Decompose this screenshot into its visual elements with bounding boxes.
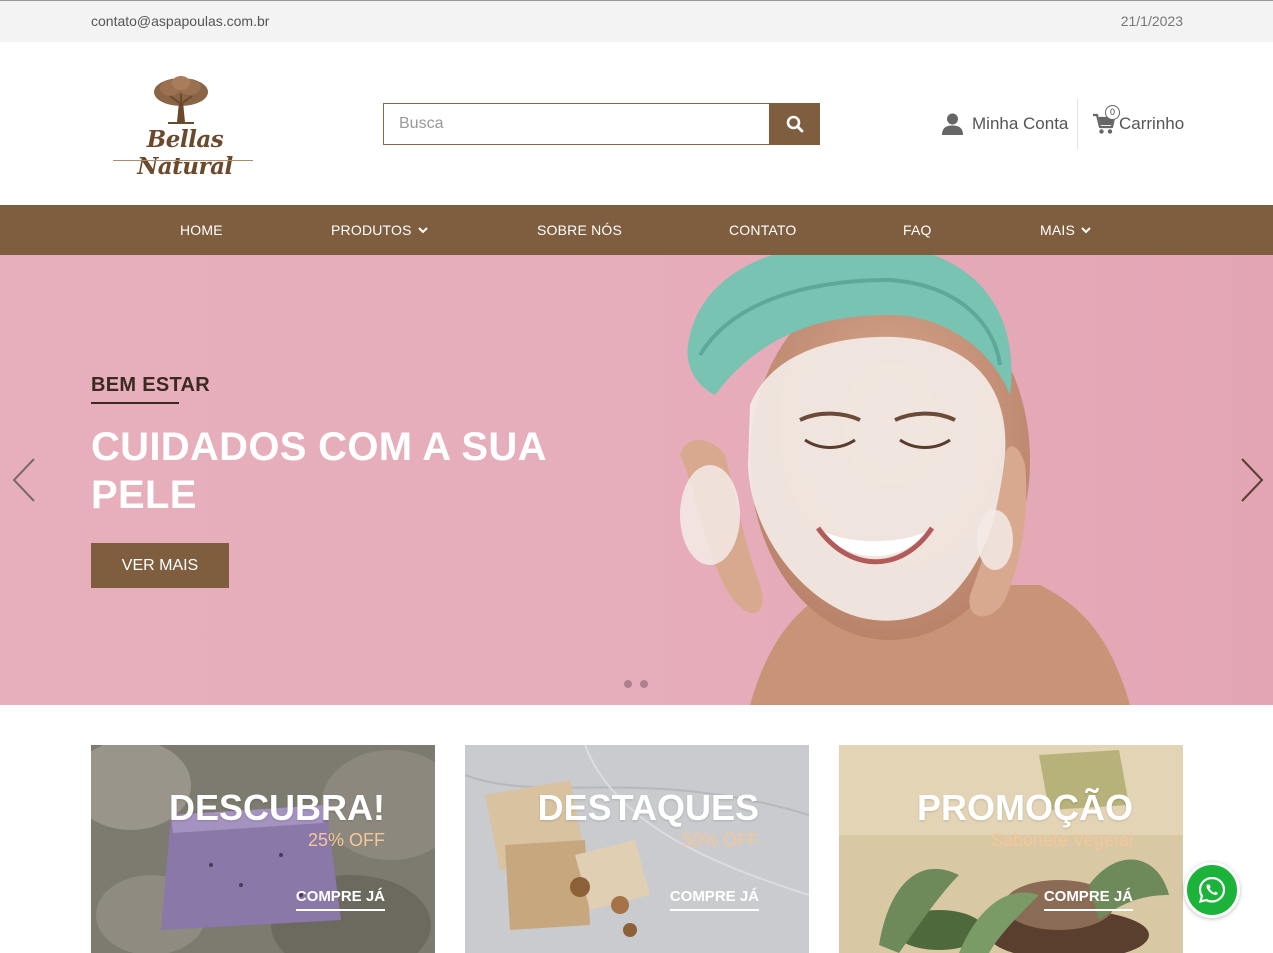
contact-email[interactable]: contato@aspapoulas.com.br: [91, 13, 269, 29]
nav-item-contato[interactable]: CONTATO: [729, 205, 797, 255]
promo-card-destaques[interactable]: DESTAQUES 50% OFF COMPRE JÁ: [465, 745, 809, 953]
slider-next-button[interactable]: [1236, 455, 1266, 505]
promo-title: PROMOÇÃO: [917, 787, 1133, 828]
whatsapp-icon: [1198, 876, 1226, 904]
site-logo[interactable]: Bellas Natural: [105, 74, 265, 180]
promo-card-promocao[interactable]: PROMOÇÃO Sabonete Vegetal COMPRE JÁ: [839, 745, 1183, 953]
promo-card-descubra[interactable]: DESCUBRA! 25% OFF COMPRE JÁ: [91, 745, 435, 953]
search-input[interactable]: [383, 103, 770, 145]
hero-kicker: BEM ESTAR: [91, 374, 210, 396]
promo-buy-button[interactable]: COMPRE JÁ: [669, 888, 759, 911]
slider-dot[interactable]: [640, 680, 648, 688]
slider-prev-button[interactable]: [10, 455, 40, 505]
chevron-down-icon: [417, 226, 428, 233]
chevron-left-icon: [12, 458, 35, 502]
current-date: 21/1/2023: [1120, 13, 1183, 29]
promo-buy-button[interactable]: COMPRE JÁ: [295, 888, 385, 911]
nav-item-faq[interactable]: FAQ: [903, 205, 932, 255]
top-bar: contato@aspapoulas.com.br 21/1/2023: [0, 0, 1273, 42]
promo-subtitle: 50% OFF: [681, 830, 759, 850]
nav-item-mais[interactable]: MAIS: [1040, 205, 1091, 255]
main-nav: HOME PRODUTOS SOBRE NÓS CONTATO FAQ MAIS: [0, 205, 1273, 255]
nav-item-label: PRODUTOS: [331, 222, 412, 238]
promo-title: DESCUBRA!: [169, 787, 385, 828]
nav-item-label: SOBRE NÓS: [537, 222, 623, 238]
brand-name: Bellas Natural: [137, 126, 233, 180]
search-button[interactable]: [769, 103, 820, 145]
promo-subtitle: Sabonete Vegetal: [990, 830, 1133, 850]
hero-title: CUIDADOS COM A SUA PELE: [91, 425, 546, 517]
cart-count-badge: 0: [1105, 105, 1120, 120]
account-link[interactable]: Minha Conta: [942, 112, 1068, 136]
nav-item-label: MAIS: [1040, 222, 1076, 238]
search-bar: [383, 103, 820, 145]
slider-dot[interactable]: [624, 680, 632, 688]
hero-slider: BEM ESTAR CUIDADOS COM A SUA PELE VER MA…: [0, 255, 1273, 705]
promo-section: DESCUBRA! 25% OFF COMPRE JÁ DESTAQUES 50…: [0, 705, 1273, 953]
hero-kicker-underline: [91, 402, 179, 404]
chevron-right-icon: [1241, 458, 1264, 502]
cart-label: Carrinho: [1119, 114, 1185, 133]
chevron-down-icon: [1081, 226, 1091, 233]
site-header: Bellas Natural Minha Conta 0: [0, 42, 1273, 205]
nav-item-label: HOME: [180, 222, 223, 238]
header-divider: [1077, 99, 1078, 149]
nav-item-produtos[interactable]: PRODUTOS: [331, 205, 428, 255]
nav-item-label: FAQ: [903, 222, 932, 238]
hero-cta-button[interactable]: VER MAIS: [91, 543, 229, 588]
slider-dots: [624, 680, 648, 688]
hero-image: [680, 255, 1130, 705]
nav-item-label: CONTATO: [729, 222, 797, 238]
whatsapp-button[interactable]: [1184, 862, 1240, 918]
account-label: Minha Conta: [972, 114, 1069, 133]
nav-item-home[interactable]: HOME: [180, 205, 223, 255]
promo-title: DESTAQUES: [537, 787, 759, 828]
cart-icon-wrap: 0: [1093, 105, 1120, 135]
user-icon: [942, 113, 963, 135]
promo-buy-button[interactable]: COMPRE JÁ: [1043, 888, 1133, 911]
nav-item-sobre-nos[interactable]: SOBRE NÓS: [537, 205, 622, 255]
promo-subtitle: 25% OFF: [307, 830, 385, 850]
tree-logo-icon: [154, 76, 208, 124]
search-icon: [786, 115, 803, 133]
cart-link[interactable]: 0 Carrinho: [1093, 105, 1185, 136]
brand-underline: [113, 160, 253, 161]
